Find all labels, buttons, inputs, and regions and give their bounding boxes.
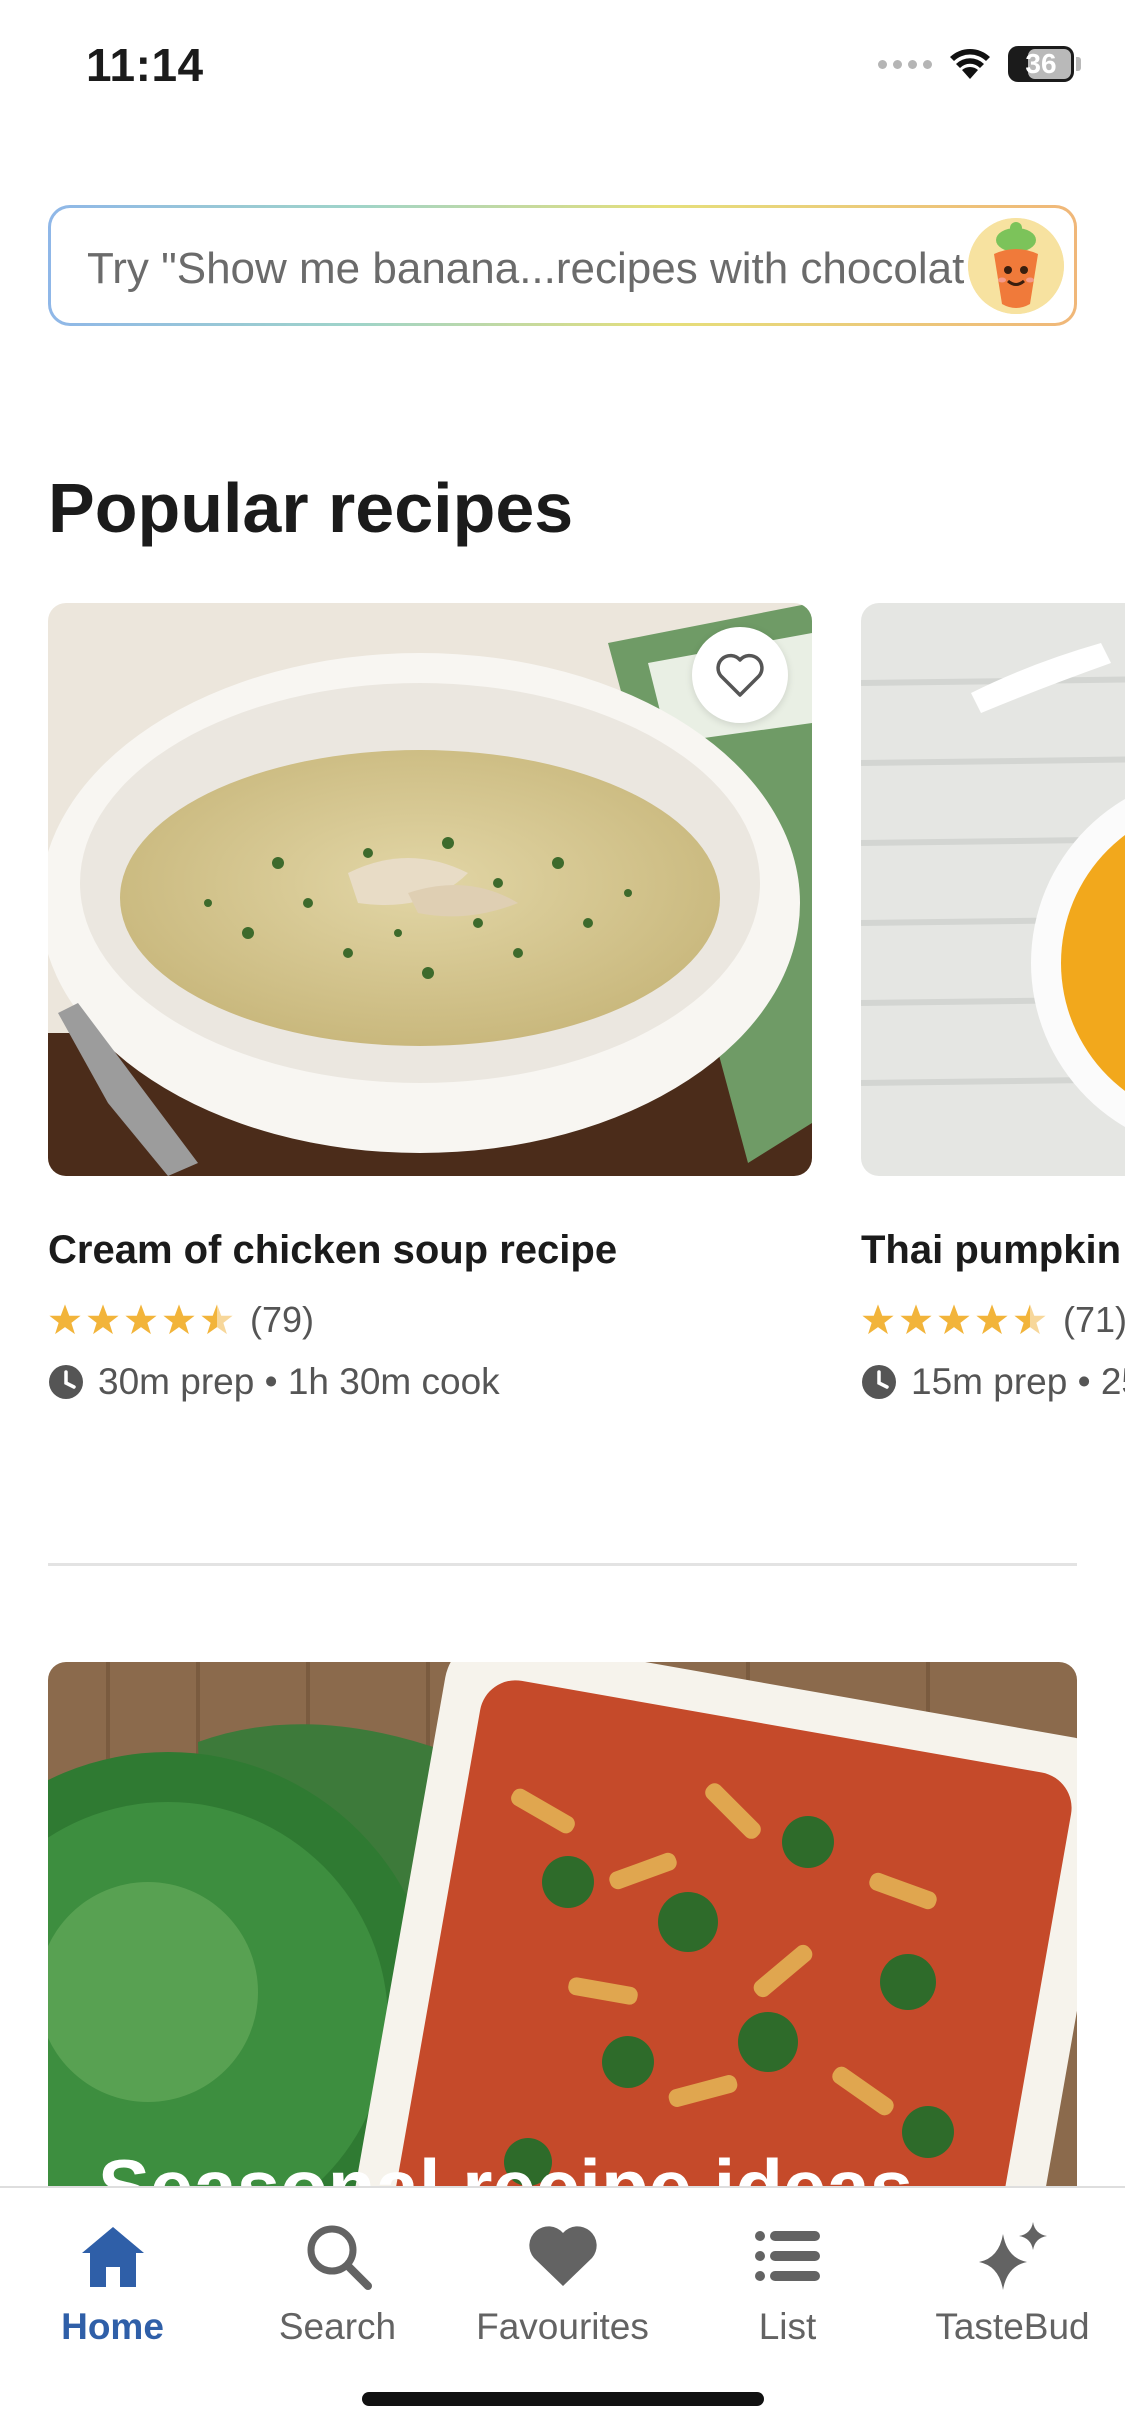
- star-icon: [900, 1304, 932, 1335]
- recipe-time-text: 30m prep • 1h 30m cook: [98, 1361, 500, 1402]
- tab-label: Home: [61, 2306, 164, 2347]
- status-icons: 36: [878, 46, 1081, 82]
- popular-recipes-carousel[interactable]: Cream of chicken soup recipe (79) 30m pr…: [0, 603, 1125, 1423]
- recipe-time: 15m prep • 25m cook: [861, 1361, 1125, 1403]
- recipe-card[interactable]: Cream of chicken soup recipe (79) 30m pr…: [48, 603, 812, 1403]
- search-icon: [307, 2225, 372, 2290]
- rating-count: (79): [250, 1299, 315, 1340]
- section-divider: [48, 1563, 1077, 1566]
- tab-favourites[interactable]: Favourites: [450, 2216, 675, 2348]
- ai-search-bar[interactable]: Try "Show me banana...recipes with choco…: [48, 205, 1077, 326]
- battery-icon: 36: [1008, 46, 1074, 82]
- tab-home[interactable]: Home: [0, 2216, 225, 2348]
- battery-level: 36: [1025, 48, 1057, 79]
- star-rating: [48, 1303, 234, 1337]
- star-icon: [125, 1304, 157, 1335]
- list-icon: [754, 2231, 820, 2281]
- clock-icon: [862, 1365, 896, 1399]
- cellular-signal-icon: [878, 59, 932, 69]
- tab-search[interactable]: Search: [225, 2216, 450, 2348]
- star-icon: [862, 1304, 894, 1335]
- recipe-title[interactable]: Cream of chicken soup recipe: [48, 1228, 812, 1273]
- star-icon: [163, 1304, 195, 1335]
- recipe-card[interactable]: Thai pumpkin soup (71) 15m prep • 25m co…: [861, 603, 1125, 1403]
- star-rating: [861, 1303, 1047, 1337]
- recipe-title[interactable]: Thai pumpkin soup: [861, 1228, 1125, 1273]
- favourite-button[interactable]: [692, 627, 788, 723]
- recipe-rating: (71): [861, 1299, 1125, 1341]
- star-icon: [938, 1304, 970, 1335]
- star-icon: [87, 1304, 119, 1335]
- heart-outline-icon: [716, 653, 764, 697]
- tab-list[interactable]: List: [675, 2216, 900, 2348]
- star-icon: [49, 1304, 81, 1335]
- recipe-time: 30m prep • 1h 30m cook: [48, 1361, 812, 1403]
- tab-label: List: [758, 2306, 817, 2347]
- home-icon: [81, 2227, 144, 2287]
- status-time: 11:14: [86, 39, 204, 91]
- recipe-image[interactable]: [48, 603, 812, 1176]
- clock-icon: [49, 1365, 83, 1399]
- heart-icon: [528, 2226, 597, 2286]
- search-input[interactable]: Try "Show me banana...recipes with choco…: [87, 244, 964, 294]
- recipe-image[interactable]: [861, 603, 1125, 1176]
- tab-label: Search: [278, 2306, 397, 2347]
- recipe-rating: (79): [48, 1299, 812, 1341]
- rating-count: (71): [1063, 1299, 1125, 1340]
- status-bar: 11:14 36: [0, 0, 1125, 140]
- wifi-icon: [950, 49, 990, 79]
- section-title: Popular recipes: [48, 469, 574, 547]
- recipe-time-text: 15m prep • 25m cook: [911, 1361, 1125, 1402]
- tab-label: TasteBud: [935, 2306, 1090, 2347]
- half-star-icon: [1014, 1304, 1046, 1335]
- star-icon: [976, 1304, 1008, 1335]
- carrot-mascot-icon[interactable]: [968, 218, 1064, 314]
- home-indicator[interactable]: [362, 2392, 764, 2406]
- half-star-icon: [201, 1304, 233, 1335]
- tab-tastebud[interactable]: TasteBud: [900, 2216, 1125, 2348]
- sparkle-icon: [978, 2222, 1047, 2290]
- tab-label: Favourites: [476, 2306, 649, 2347]
